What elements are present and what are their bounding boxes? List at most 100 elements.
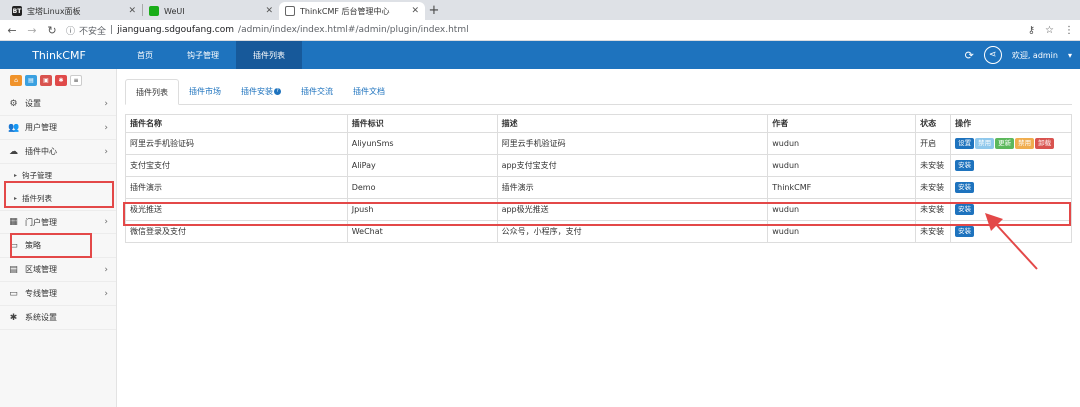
globe-icon [285, 6, 295, 16]
back-button[interactable]: ← [6, 24, 18, 37]
sidebar-item-users[interactable]: 👥 用户管理 › [0, 116, 116, 140]
browser-tab-title: ThinkCMF 后台管理中心 [300, 6, 390, 16]
browser-tab-thinkcmf[interactable]: ThinkCMF 后台管理中心 ✕ [279, 2, 425, 20]
sidebar-item-region[interactable]: ▤ 区域管理 › [0, 258, 116, 282]
top-nav: 首页 钩子管理 插件列表 [120, 41, 302, 69]
col-header: 描述 [496, 114, 769, 133]
actions-cell: 设置 禁用 更新 禁用 卸载 [950, 132, 1072, 155]
table-row: 微信登录及支付 WeChat 公众号，小程序，支付 wudun 未安装 安装 [125, 220, 1072, 243]
sidebar-item-plugin-center[interactable]: ☁ 插件中心 › [0, 140, 116, 164]
sidebar-item-portal[interactable]: ▦ 门户管理 › [0, 210, 116, 234]
home-icon[interactable]: ⌂ [10, 75, 22, 86]
monitor-icon: ▭ [9, 288, 18, 299]
more-icon[interactable]: ⋮ [1064, 25, 1074, 36]
forward-button[interactable]: → [26, 24, 38, 37]
calendar-icon: ▤ [9, 264, 18, 275]
brand-logo: ThinkCMF [32, 48, 86, 62]
table-row: 支付宝支付 AliPay app支付宝支付 wudun 未安装 安装 [125, 154, 1072, 177]
app-header: ThinkCMF 首页 钩子管理 插件列表 ⟳ ⋖ 欢迎, admin ▾ [0, 41, 1080, 69]
disable-button[interactable]: 禁用 [1015, 138, 1035, 149]
users-icon: 👥 [8, 122, 20, 133]
col-header: 插件标识 [346, 114, 498, 133]
table-row: 插件演示 Demo 插件演示 ThinkCMF 未安装 安装 [125, 176, 1072, 199]
nav-hooks[interactable]: 钩子管理 [170, 41, 236, 69]
sidebar-subitem-plugin-list[interactable]: ▸ 插件列表 [0, 187, 116, 210]
star-icon[interactable]: ☆ [1045, 25, 1054, 36]
bt-icon: BT [12, 6, 22, 16]
insecure-label: 不安全 [79, 26, 107, 37]
browser-tab-bt[interactable]: BT 宝塔Linux面板 ✕ [6, 2, 142, 20]
col-header: 插件名称 [125, 114, 348, 133]
chevron-right-icon: › [104, 288, 108, 299]
install-button[interactable]: 安装 [955, 204, 975, 215]
col-header: 操作 [950, 114, 1072, 133]
install-button[interactable]: 安装 [955, 160, 975, 171]
chevron-right-icon: › [104, 98, 108, 109]
main-content: 插件列表 插件市场 插件安装? 插件交流 插件文档 插件名称 插件标识 描述 作… [117, 69, 1080, 407]
cloud-icon: ☁ [9, 146, 18, 157]
chevron-right-icon: › [104, 122, 108, 133]
tab-plugin-market[interactable]: 插件市场 [179, 78, 231, 104]
url-path: /admin/index/index.html#/admin/plugin/in… [238, 25, 469, 35]
close-icon[interactable]: ✕ [265, 6, 273, 16]
sidebar: ⌂ ▤ ▣ ✱ ≡ ⚙ 设置 › 👥 用户管理 › ☁ 插件中心 › ▸ 钩子管… [0, 69, 117, 407]
caret-right-icon: ▸ [14, 172, 18, 179]
chevron-right-icon: › [104, 146, 108, 157]
nav-plugins[interactable]: 插件列表 [236, 41, 302, 69]
content-tabs: 插件列表 插件市场 插件安装? 插件交流 插件文档 [125, 79, 1072, 105]
reload-button[interactable]: ↻ [46, 24, 58, 37]
tab-plugin-list[interactable]: 插件列表 [125, 79, 179, 105]
chevron-right-icon: › [104, 217, 108, 227]
install-button[interactable]: 安装 [955, 226, 975, 237]
uninstall-button[interactable]: 卸载 [1035, 138, 1055, 149]
update-button[interactable]: 更新 [995, 138, 1015, 149]
settings-button[interactable]: 设置 [955, 138, 975, 149]
table-row: 阿里云手机验证码 AliyunSms 阿里云手机验证码 wudun 开启 设置禁… [125, 132, 1072, 155]
sidebar-item-settings[interactable]: ⚙ 设置 › [0, 92, 116, 116]
close-icon[interactable]: ✕ [128, 6, 136, 16]
caret-right-icon: ▸ [14, 195, 18, 202]
url-host: jianguang.sdgoufang.com [117, 25, 235, 35]
tab-plugin-community[interactable]: 插件交流 [291, 78, 343, 104]
sidebar-item-lines[interactable]: ▭ 专线管理 › [0, 282, 116, 306]
tab-plugin-install[interactable]: 插件安装? [231, 78, 291, 104]
table-row: 极光推送 Jpush app极光推送 wudun 未安装 安装 [125, 198, 1072, 221]
col-header: 状态 [915, 114, 952, 133]
gears-icon: ⚙ [9, 98, 18, 109]
trash-icon[interactable]: ▣ [40, 75, 52, 86]
share-icon: ⋖ [983, 46, 1002, 64]
chevron-right-icon: › [104, 264, 108, 275]
question-icon: ? [274, 87, 281, 95]
info-icon: ⓘ [66, 26, 76, 37]
close-icon[interactable]: ✕ [411, 6, 419, 16]
actions-cell: 安装 [950, 154, 1072, 177]
browser-tab-weui[interactable]: WeUI ✕ [143, 2, 279, 20]
address-bar: ← → ↻ ⓘ 不安全 | jianguang.sdgoufang.com/ad… [0, 20, 1080, 41]
plugin-table: 插件名称 插件标识 描述 作者 状态 操作 阿里云手机验证码 AliyunSms… [125, 114, 1072, 243]
monitor-icon: ▭ [9, 240, 18, 251]
sidebar-item-strategy[interactable]: ▭ 策略 [0, 234, 116, 258]
caret-down-icon[interactable]: ▾ [1068, 51, 1072, 60]
gear-icon: ✱ [9, 312, 18, 323]
nav-home[interactable]: 首页 [120, 41, 170, 69]
refresh-icon[interactable]: ⟳ [965, 49, 974, 62]
new-tab-button[interactable]: + [425, 3, 443, 18]
tab-plugin-docs[interactable]: 插件文档 [343, 78, 395, 104]
table-header-row: 插件名称 插件标识 描述 作者 状态 操作 [125, 114, 1072, 133]
disabled-button[interactable]: 禁用 [975, 138, 995, 149]
cog-icon[interactable]: ✱ [55, 75, 67, 86]
actions-cell: 安装 [950, 176, 1072, 199]
sidebar-subitem-hooks[interactable]: ▸ 钩子管理 [0, 164, 116, 187]
col-header: 作者 [767, 114, 917, 133]
browser-tab-title: WeUI [164, 6, 185, 16]
sidebar-toolbar: ⌂ ▤ ▣ ✱ ≡ [0, 69, 116, 92]
url-field[interactable]: ⓘ 不安全 | jianguang.sdgoufang.com/admin/in… [66, 24, 1020, 37]
annotation-arrow [985, 213, 1038, 270]
file-icon[interactable]: ▤ [25, 75, 37, 86]
welcome-user[interactable]: 欢迎, admin [1012, 50, 1058, 61]
key-icon[interactable]: ⚷ [1028, 25, 1035, 36]
list-icon[interactable]: ≡ [70, 75, 82, 86]
install-button[interactable]: 安装 [955, 182, 975, 193]
grid-icon: ▦ [9, 217, 18, 227]
sidebar-item-system[interactable]: ✱ 系统设置 [0, 306, 116, 330]
